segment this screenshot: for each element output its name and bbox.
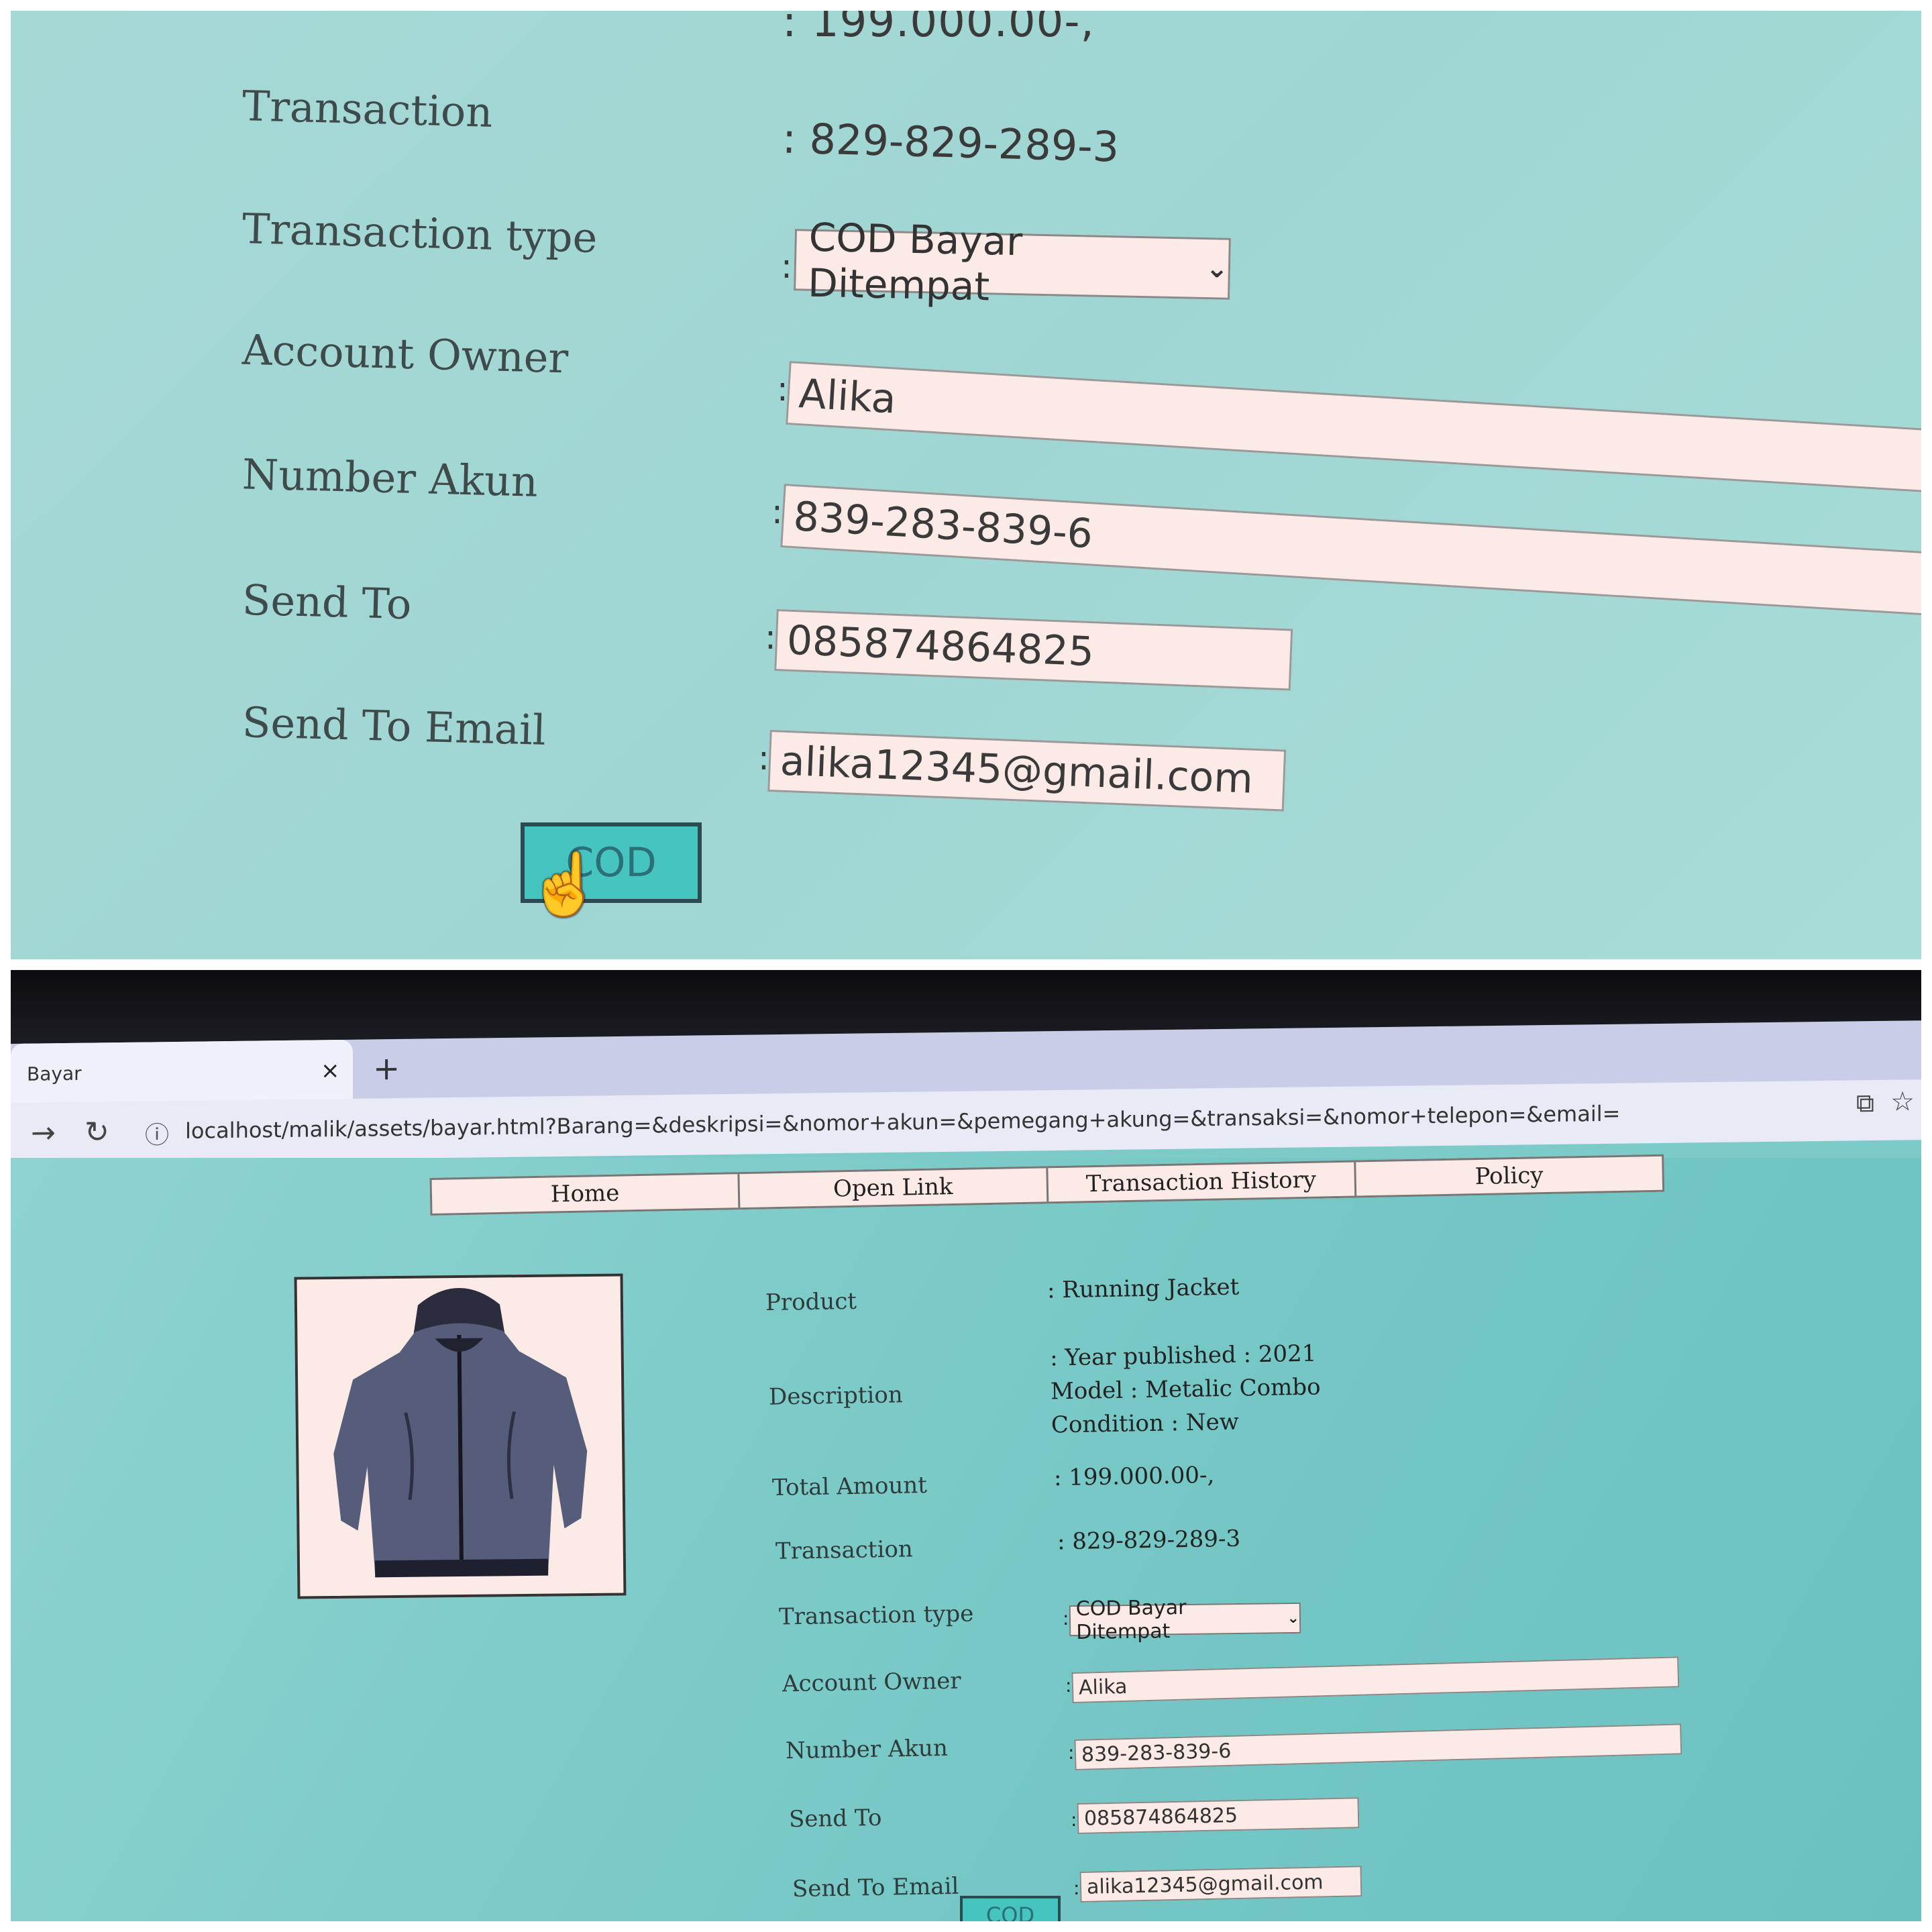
product-value: : Running Jacket: [1046, 1273, 1240, 1304]
chevron-down-icon: ⌄: [1287, 1609, 1300, 1627]
product-label: Product: [765, 1287, 857, 1317]
transaction-label: Transaction: [241, 81, 494, 137]
description-year: : Year published : 2021: [1049, 1340, 1317, 1372]
account-owner-value: Alika: [797, 370, 898, 423]
transaction-type-select[interactable]: COD Bayar Ditempat ⌄: [1069, 1596, 1301, 1644]
bayar-page: Home Open Link Transaction History Polic…: [11, 1154, 1921, 1921]
transaction-value: : 829-829-289-3: [782, 113, 1120, 172]
product-image: [294, 1273, 627, 1599]
chevron-down-icon: ⌄: [1205, 253, 1229, 284]
nav-open-link[interactable]: Open Link: [739, 1168, 1049, 1208]
number-akun-value: 839-283-839-6: [1081, 1739, 1232, 1767]
description-label: Description: [768, 1381, 904, 1411]
number-akun-input[interactable]: 839-283-839-6: [1074, 1723, 1682, 1770]
number-akun-input[interactable]: 839-283-839-6: [780, 484, 1921, 616]
account-owner-label: Account Owner: [241, 325, 570, 383]
bookmark-star-icon[interactable]: ☆: [1890, 1086, 1915, 1117]
account-owner-value: Alika: [1078, 1674, 1128, 1700]
send-to-email-value: alika12345@gmail.com: [1086, 1870, 1324, 1899]
send-to-email-label: Send To Email: [792, 1872, 959, 1903]
jacket-icon: [333, 1288, 588, 1578]
colon: :: [1071, 1809, 1077, 1831]
send-to-email-value: alika12345@gmail.com: [779, 737, 1254, 803]
send-to-email-input[interactable]: alika12345@gmail.com: [1079, 1866, 1362, 1902]
zoomed-form-panel: : 199.000.00-, Transaction : 829-829-289…: [11, 11, 1921, 959]
send-to-label: Send To: [788, 1804, 882, 1833]
send-to-email-label: Send To Email: [241, 698, 547, 755]
transaction-type-selected: COD Bayar Ditempat: [1075, 1595, 1187, 1644]
nav-home[interactable]: Home: [431, 1174, 741, 1214]
account-owner-input[interactable]: Alika: [786, 361, 1921, 493]
colon: :: [758, 739, 769, 777]
url-text[interactable]: localhost/malik/assets/bayar.html?Barang…: [185, 1101, 1620, 1144]
colon: :: [1065, 1674, 1072, 1697]
description-condition: Condition : New: [1051, 1408, 1240, 1439]
colon: :: [765, 618, 776, 657]
transaction-type-label: Transaction type: [778, 1600, 974, 1631]
colon: :: [781, 247, 792, 286]
nav-policy[interactable]: Policy: [1356, 1157, 1662, 1196]
info-icon[interactable]: ⓘ: [145, 1116, 169, 1150]
number-akun-label: Number Akun: [241, 449, 539, 506]
account-owner-input[interactable]: Alika: [1071, 1656, 1680, 1703]
reload-icon[interactable]: ↻: [85, 1115, 109, 1149]
close-icon[interactable]: ×: [321, 1057, 340, 1084]
send-to-value: 085874864825: [786, 616, 1095, 676]
new-tab-plus-icon[interactable]: +: [373, 1050, 400, 1087]
number-akun-value: 839-283-839-6: [792, 492, 1094, 557]
browser-panel: ⌄ Bayar × + → ↻ ⓘ localhost/malik/assets…: [11, 970, 1921, 1921]
send-to-email-input[interactable]: alika12345@gmail.com: [767, 730, 1287, 812]
number-akun-label: Number Akun: [785, 1734, 949, 1765]
colon: :: [1063, 1607, 1069, 1629]
transaction-type-select[interactable]: COD Bayar Ditempat ⌄: [794, 215, 1231, 309]
transaction-label: Transaction: [775, 1536, 914, 1565]
top-nav-bar: Home Open Link Transaction History Polic…: [429, 1154, 1665, 1216]
colon: :: [1068, 1741, 1075, 1764]
forward-arrow-icon[interactable]: →: [31, 1116, 56, 1150]
send-to-input[interactable]: 085874864825: [1077, 1797, 1360, 1834]
hand-cursor-icon: ☝: [527, 849, 603, 920]
tab-title: Bayar: [27, 1062, 82, 1085]
transaction-value: : 829-829-289-3: [1057, 1525, 1241, 1556]
share-icon[interactable]: ⧉: [1856, 1088, 1874, 1118]
browser-tab-bayar[interactable]: Bayar ×: [11, 1039, 353, 1104]
account-owner-label: Account Owner: [782, 1667, 961, 1698]
colon: :: [1073, 1877, 1080, 1899]
transaction-type-label: Transaction type: [241, 204, 598, 262]
cod-submit-button[interactable]: COD: [960, 1896, 1061, 1921]
send-to-input[interactable]: 085874864825: [774, 609, 1293, 691]
send-to-label: Send To: [241, 575, 413, 629]
description-value: : Year published : 2021 Model : Metalic …: [1050, 1336, 1322, 1442]
nav-transaction-history[interactable]: Transaction History: [1047, 1162, 1356, 1202]
total-amount-label: Total Amount: [771, 1471, 928, 1502]
description-model: Model : Metalic Combo: [1050, 1373, 1321, 1405]
total-amount-value: : 199.000.00-,: [1053, 1461, 1215, 1492]
transaction-type-selected: COD Bayar Ditempat: [807, 214, 1023, 310]
send-to-value: 085874864825: [1083, 1803, 1238, 1831]
cod-button-label: COD: [985, 1902, 1035, 1921]
total-amount-value-partial: : 199.000.00-,: [782, 11, 1095, 47]
